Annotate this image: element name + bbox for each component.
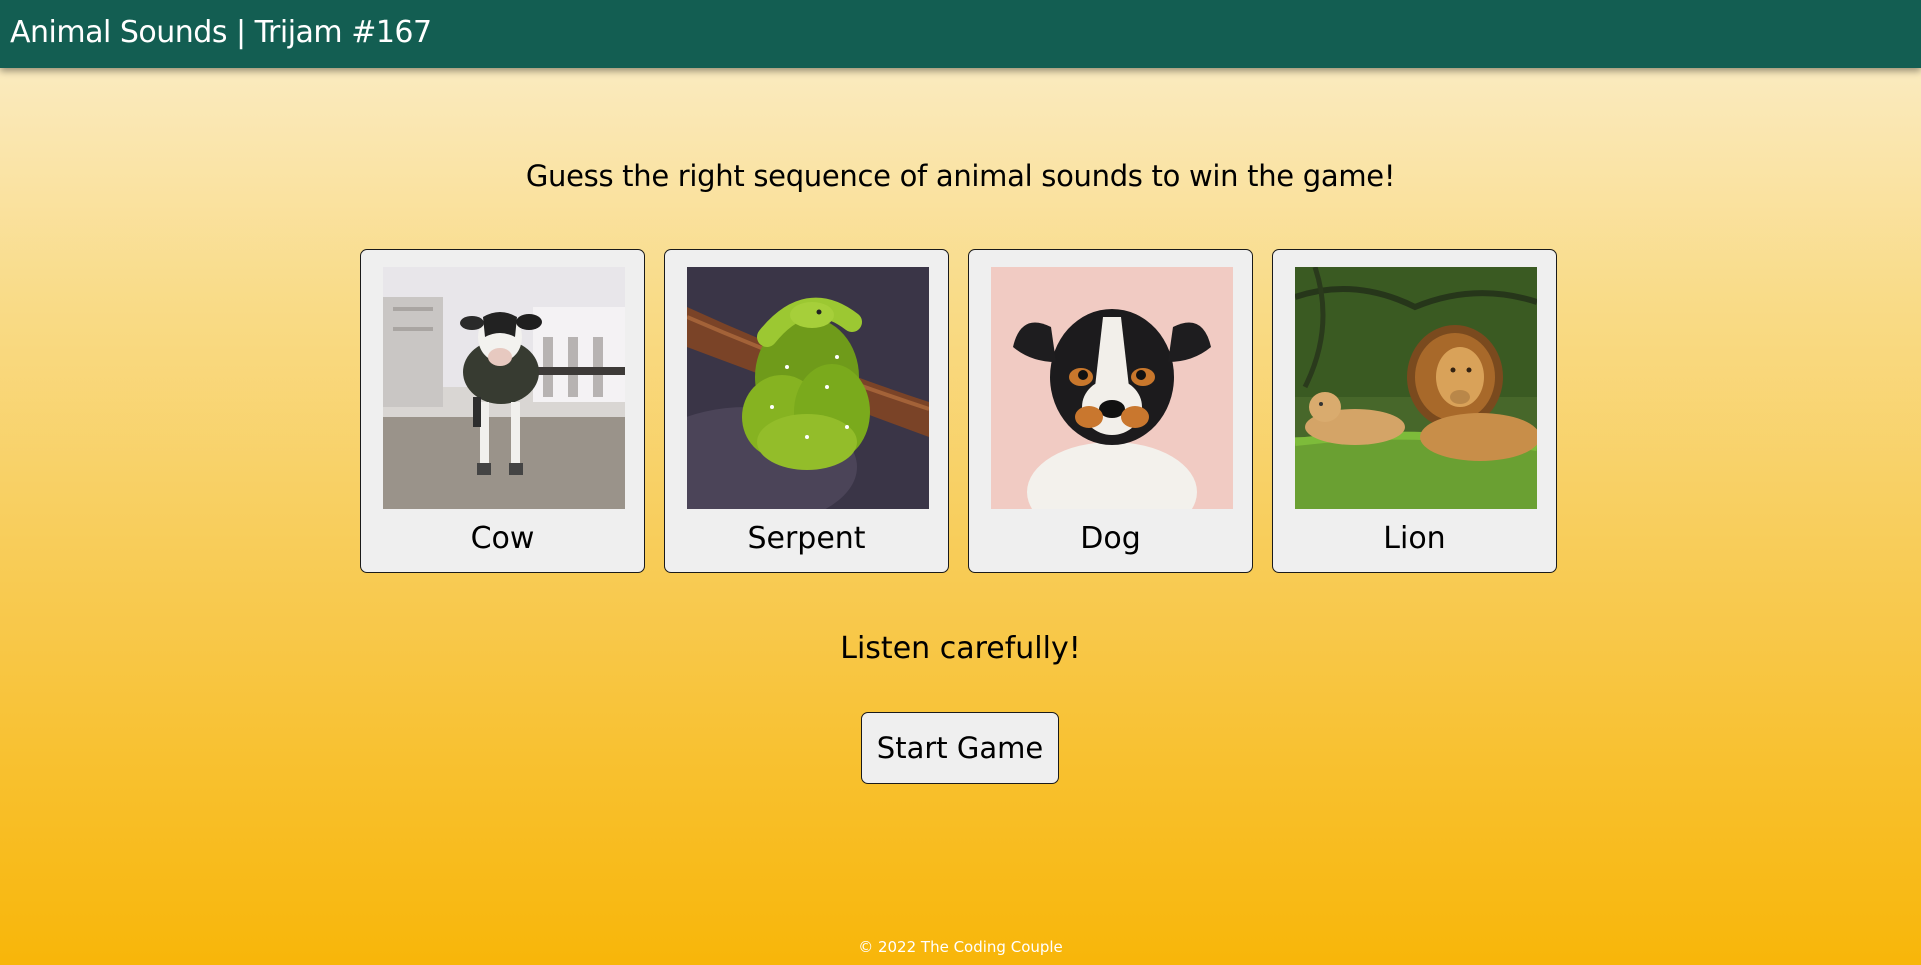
- dog-photo: [991, 267, 1233, 509]
- animal-card-serpent[interactable]: Serpent: [664, 249, 949, 573]
- animal-card-label: Serpent: [747, 521, 866, 556]
- animal-card-cow[interactable]: Cow: [360, 249, 645, 573]
- animal-card-lion[interactable]: Lion: [1272, 249, 1557, 573]
- animal-card-label: Lion: [1383, 521, 1446, 556]
- cow-photo: [383, 267, 625, 509]
- lion-photo: [1295, 267, 1537, 509]
- status-text: Listen carefully!: [840, 631, 1081, 666]
- app-header: Animal Sounds | Trijam #167: [0, 0, 1921, 68]
- animal-card-label: Cow: [470, 521, 535, 556]
- serpent-photo: [687, 267, 929, 509]
- animal-card-grid: Cow Serpent Dog Lion: [360, 249, 1560, 576]
- footer-copyright: © 2022 The Coding Couple: [858, 938, 1063, 956]
- app-title: Animal Sounds | Trijam #167: [10, 15, 432, 50]
- animal-card-label: Dog: [1080, 521, 1141, 556]
- start-game-button[interactable]: Start Game: [861, 712, 1059, 784]
- animal-card-dog[interactable]: Dog: [968, 249, 1253, 573]
- instruction-text: Guess the right sequence of animal sound…: [525, 159, 1396, 193]
